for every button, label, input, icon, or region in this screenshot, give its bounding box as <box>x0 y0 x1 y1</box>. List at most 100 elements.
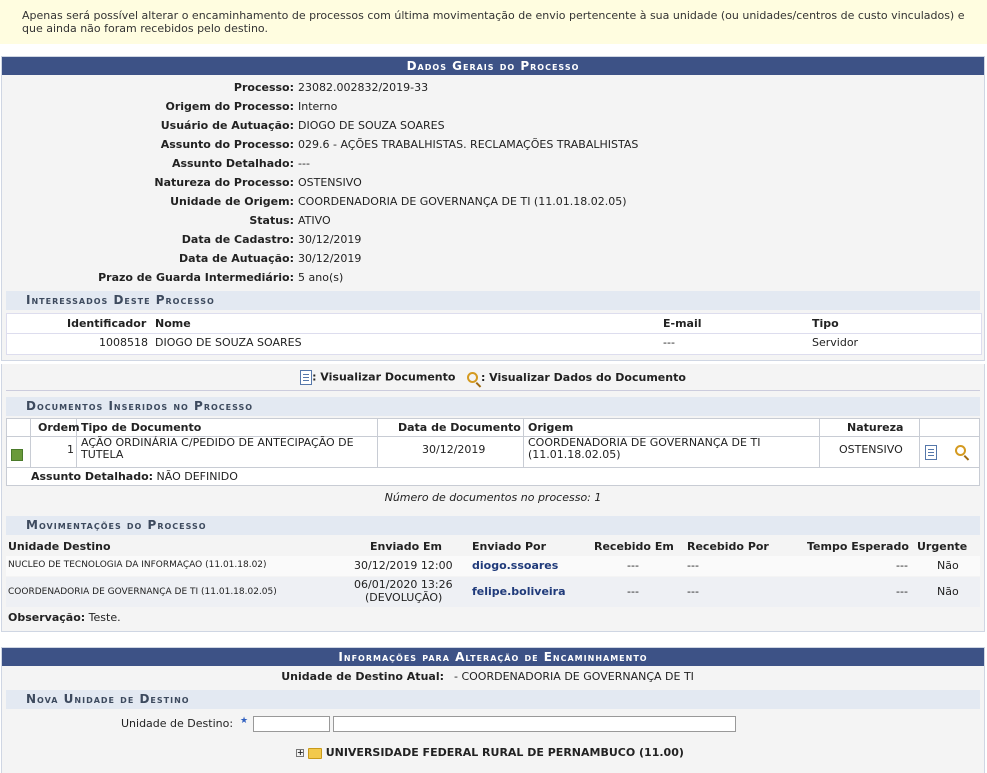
legend-view-doc: : Visualizar Documento <box>312 370 456 384</box>
unidade-destino-label: Unidade de Destino: <box>121 717 234 730</box>
field-row: Assunto do Processo: 029.6 - AÇÕES TRABAL… <box>2 135 984 154</box>
col-data-documento: Data de Documento <box>398 421 521 434</box>
document-icon <box>300 370 313 385</box>
mov-recebido-em: --- <box>627 585 639 598</box>
field-row: Unidade de Origem: COORDENADORIA DE GOVER… <box>2 192 984 211</box>
interessados-table: Identificador Nome E-mail Tipo 1008518 D… <box>6 313 982 355</box>
mov-destino: COORDENADORIA DE GOVERNANÇA DE TI (11.01… <box>8 587 277 597</box>
field-label: Status: <box>249 214 294 227</box>
interessado-tipo: Servidor <box>812 336 859 349</box>
alteracao-title: Informações para Alteração de Encaminham… <box>2 648 984 666</box>
field-label: Assunto do Processo: <box>160 138 294 151</box>
field-value: ATIVO <box>298 214 331 227</box>
field-value: 5 ano(s) <box>298 271 344 284</box>
field-row: Prazo de Guarda Intermediário: 5 ano(s) <box>2 268 984 287</box>
field-label: Data de Cadastro: <box>181 233 294 246</box>
dados-gerais-panel: Dados Gerais do Processo Processo: 23082.… <box>1 56 985 361</box>
col-tipo-documento: Tipo de Documento <box>81 421 202 434</box>
table-row: COORDENADORIA DE GOVERNANÇA DE TI (11.01… <box>6 577 980 607</box>
doc-ordem: 1 <box>67 443 74 456</box>
mov-enviado-em: 30/12/2019 12:00 <box>354 559 453 572</box>
field-value: Interno <box>298 100 338 113</box>
tree-expand-icon[interactable]: + <box>296 749 304 757</box>
field-value: OSTENSIVO <box>298 176 362 189</box>
field-label: Origem do Processo: <box>165 100 294 113</box>
view-document-data-icon[interactable] <box>955 445 966 456</box>
col-ordem: Ordem <box>38 421 80 434</box>
field-row: Natureza do Processo: OSTENSIVO <box>2 173 984 192</box>
tree-root-label[interactable]: UNIVERSIDADE FEDERAL RURAL DE PERNAMBUCO… <box>326 746 684 759</box>
mov-urgente: Não <box>937 585 959 598</box>
info-notice: Apenas será possível alterar o encaminha… <box>0 0 987 44</box>
col-nome: Nome <box>155 317 191 330</box>
mov-destino: NUCLEO DE TECNOLOGIA DA INFORMAÇAO (11.0… <box>8 560 267 570</box>
table-row: NUCLEO DE TECNOLOGIA DA INFORMAÇAO (11.0… <box>6 556 980 576</box>
mov-tempo: --- <box>896 559 908 572</box>
alteracao-panel: Informações para Alteração de Encaminham… <box>1 647 985 773</box>
legend-view-data: : Visualizar Dados do Documento <box>480 370 686 384</box>
field-label: Data de Autuação: <box>179 252 294 265</box>
dados-gerais-title: Dados Gerais do Processo <box>2 57 984 75</box>
field-value: DIOGO DE SOUZA SOARES <box>298 119 445 132</box>
mov-recebido-por: --- <box>687 585 699 598</box>
documentos-table: Ordem Tipo de Documento Data de Document… <box>6 418 980 486</box>
mov-enviado-por-link[interactable]: diogo.ssoares <box>472 559 558 572</box>
mov-enviado-por-link[interactable]: felipe.boliveira <box>472 585 566 598</box>
field-value: COORDENADORIA DE GOVERNANÇA DE TI (11.01… <box>298 195 627 208</box>
mov-tempo: --- <box>896 585 908 598</box>
field-value: --- <box>298 157 310 170</box>
unidade-nome-input[interactable] <box>333 716 736 732</box>
col-origem: Origem <box>528 421 574 434</box>
field-row: Origem do Processo: Interno <box>2 97 984 116</box>
col-tempo-esperado: Tempo Esperado <box>807 540 909 553</box>
doc-origem-l2: (11.01.18.02.05) <box>528 448 621 461</box>
documentos-title: Documentos Inseridos no Processo <box>6 397 980 416</box>
field-value: 029.6 - AÇÕES TRABALHISTAS. RECLAMAÇÕES … <box>298 138 639 151</box>
documentos-panel: : Visualizar Documento : Visualizar Dado… <box>1 364 985 632</box>
mov-urgente: Não <box>937 559 959 572</box>
col-email: E-mail <box>663 317 702 330</box>
field-label: Natureza do Processo: <box>154 176 294 189</box>
field-value: 30/12/2019 <box>298 233 362 246</box>
mov-recebido-por: --- <box>687 559 699 572</box>
unidade-codigo-input[interactable] <box>253 716 330 732</box>
folder-icon <box>307 747 322 759</box>
mov-enviado-em-tipo: (DEVOLUÇÃO) <box>365 591 443 604</box>
field-label: Unidade de Origem: <box>170 195 294 208</box>
field-value: 23082.002832/2019-33 <box>298 81 429 94</box>
movimentacoes-title: Movimentações do Processo <box>6 516 980 535</box>
col-recebido-por: Recebido Por <box>687 540 769 553</box>
field-row: Data de Autuação: 30/12/2019 <box>2 249 984 268</box>
col-recebido-em: Recebido Em <box>594 540 674 553</box>
field-label: Assunto Detalhado: <box>171 157 294 170</box>
interessado-email: --- <box>663 336 675 349</box>
doc-data: 30/12/2019 <box>422 443 486 456</box>
interessado-id: 1008518 <box>99 336 148 349</box>
observacao-label: Observação: <box>8 611 86 624</box>
doc-assunto-label: Assunto Detalhado: <box>31 470 154 483</box>
doc-assunto-value: NÃO DEFINIDO <box>156 470 238 483</box>
nova-unidade-title: Nova Unidade de Destino <box>6 690 980 709</box>
field-row: Data de Cadastro: 30/12/2019 <box>2 230 984 249</box>
field-label: Prazo de Guarda Intermediário: <box>98 271 294 284</box>
interessados-title: Interessados Deste Processo <box>6 291 980 310</box>
documentos-count: Número de documentos no processo: 1 <box>384 491 602 504</box>
doc-tipo-l2: TUTELA <box>81 448 124 461</box>
mov-recebido-em: --- <box>627 559 639 572</box>
col-identificador: Identificador <box>67 317 147 330</box>
doc-natureza: OSTENSIVO <box>839 443 903 456</box>
col-urgente: Urgente <box>917 540 968 553</box>
field-label: Processo: <box>233 81 294 94</box>
legend: : Visualizar Documento : Visualizar Dado… <box>2 370 984 385</box>
col-natureza: Natureza <box>847 421 904 434</box>
col-tipo: Tipo <box>812 317 839 330</box>
view-document-icon[interactable] <box>925 445 937 460</box>
mov-enviado-em: 06/01/2020 13:26 <box>354 578 453 591</box>
destino-atual-value: - COORDENADORIA DE GOVERNANÇA DE TI <box>454 670 694 683</box>
observacao-value: Teste. <box>88 611 121 624</box>
field-label: Usuário de Autuação: <box>160 119 294 132</box>
col-enviado-em: Enviado Em <box>370 540 442 553</box>
col-unidade-destino: Unidade Destino <box>8 540 111 553</box>
edit-document-icon[interactable] <box>11 449 23 461</box>
magnifier-icon <box>466 372 478 383</box>
